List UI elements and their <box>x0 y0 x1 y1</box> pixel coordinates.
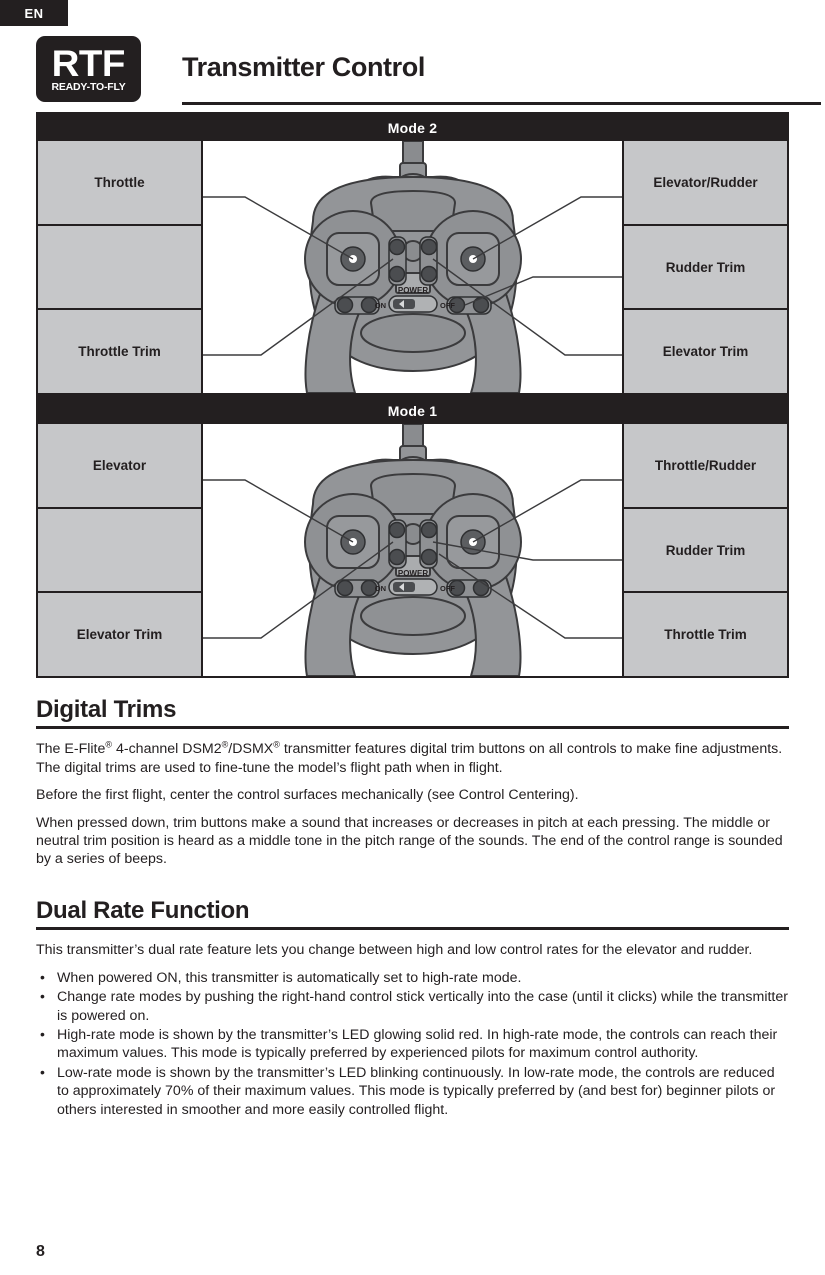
digital-trims-heading: Digital Trims <box>36 696 177 723</box>
dt-p1-part-c: /DSMX <box>228 741 274 758</box>
rtf-ready-to-fly-logo: RTF READY-TO-FLY <box>36 36 141 102</box>
mode-1-diagram-table: Mode 1 Elevator Elevator Trim POWER ON O… <box>36 395 789 678</box>
mode-2-right-label-column: Elevator/Rudder Rudder Trim Elevator Tri… <box>622 141 787 394</box>
rtf-logo-main-text: RTF <box>51 43 126 85</box>
mode-1-right-label-rudder-trim: Rudder Trim <box>624 508 787 594</box>
mode-2-transmitter-diagram: POWER ON OFF <box>203 141 622 393</box>
power-switch-label: POWER <box>397 286 427 295</box>
page-title: Transmitter Control <box>182 52 425 82</box>
mode-1-right-label-throttle-rudder: Throttle/Rudder <box>624 424 787 509</box>
mode-1-left-label-elevator: Elevator <box>38 424 201 509</box>
mode-2-right-label-elevator-rudder: Elevator/Rudder <box>624 141 787 226</box>
dt-p1-part-a: The E-Flite <box>36 741 106 758</box>
power-switch-on-label: ON <box>374 301 385 310</box>
dual-rate-section: Dual Rate Function This transmitter’s du… <box>36 898 789 1120</box>
mode-1-left-label-empty <box>38 508 201 594</box>
mode-1-bar-label: Mode 1 <box>387 402 438 419</box>
mode-1-bar: Mode 1 <box>38 397 787 424</box>
power-switch-label: POWER <box>397 569 427 578</box>
dt-p1-part-b: 4-channel DSM2 <box>112 741 222 758</box>
mode-2-diagram-table: Mode 2 Throttle Throttle Trim POWER ON O… <box>36 112 789 395</box>
digital-trims-paragraph-1: The E-Flite® 4-channel DSM2®/DSMX® trans… <box>36 740 789 777</box>
dual-rate-bullet-4: Low-rate mode is shown by the transmitte… <box>36 1063 789 1119</box>
power-switch-on-label: ON <box>374 584 385 593</box>
dual-rate-intro-paragraph: This transmitter’s dual rate feature let… <box>36 942 753 959</box>
mode-2-bar-label: Mode 2 <box>387 119 438 136</box>
mode-2-right-label-elevator-trim: Elevator Trim <box>624 310 787 394</box>
dual-rate-bullet-2: Change rate modes by pushing the right-h… <box>36 987 789 1025</box>
mode-2-left-label-column: Throttle Throttle Trim <box>38 141 203 394</box>
transmitter-illustration-mode-2: POWER ON OFF <box>203 141 622 393</box>
digital-trims-paragraph-3: When pressed down, trim buttons make a s… <box>36 814 783 868</box>
mode-2-left-label-throttle: Throttle <box>38 141 201 226</box>
mode-1-transmitter-diagram: POWER ON OFF <box>203 424 622 676</box>
mode-1-right-label-throttle-trim: Throttle Trim <box>624 593 787 677</box>
mode-2-body: Throttle Throttle Trim POWER ON OFF Elev… <box>38 141 787 394</box>
mode-2-left-label-throttle-trim: Throttle Trim <box>38 310 201 394</box>
power-switch-off-label: OFF <box>440 584 455 593</box>
transmitter-illustration-mode-1: POWER ON OFF <box>203 424 622 676</box>
dual-rate-bullet-1: When powered ON, this transmitter is aut… <box>36 968 789 987</box>
digital-trims-paragraph-2: Before the first flight, center the cont… <box>36 787 579 804</box>
page-number: 8 <box>36 1243 45 1260</box>
language-tab-label: EN <box>24 5 44 21</box>
page-header: RTF READY-TO-FLY Transmitter Control <box>36 36 821 106</box>
mode-2-left-label-empty <box>38 225 201 311</box>
dual-rate-bullet-3: High-rate mode is shown by the transmitt… <box>36 1025 789 1063</box>
language-tab: EN <box>0 0 68 26</box>
power-switch-off-label: OFF <box>440 301 455 310</box>
mode-2-right-label-rudder-trim: Rudder Trim <box>624 225 787 311</box>
mode-1-left-label-elevator-trim: Elevator Trim <box>38 593 201 677</box>
dual-rate-bullet-list: When powered ON, this transmitter is aut… <box>36 968 789 1120</box>
digital-trims-section: Digital Trims The E-Flite ® 4-channel DSM… <box>36 697 789 869</box>
mode-1-right-label-column: Throttle/Rudder Rudder Trim Throttle Tri… <box>622 424 787 677</box>
header-divider <box>182 102 821 105</box>
mode-1-left-label-column: Elevator Elevator Trim <box>38 424 203 677</box>
mode-1-body: Elevator Elevator Trim POWER ON OFF Thro… <box>38 424 787 677</box>
dt-p1-registered-3: ® <box>273 739 280 750</box>
dual-rate-heading: Dual Rate Function <box>36 897 250 924</box>
mode-2-bar: Mode 2 <box>38 114 787 141</box>
